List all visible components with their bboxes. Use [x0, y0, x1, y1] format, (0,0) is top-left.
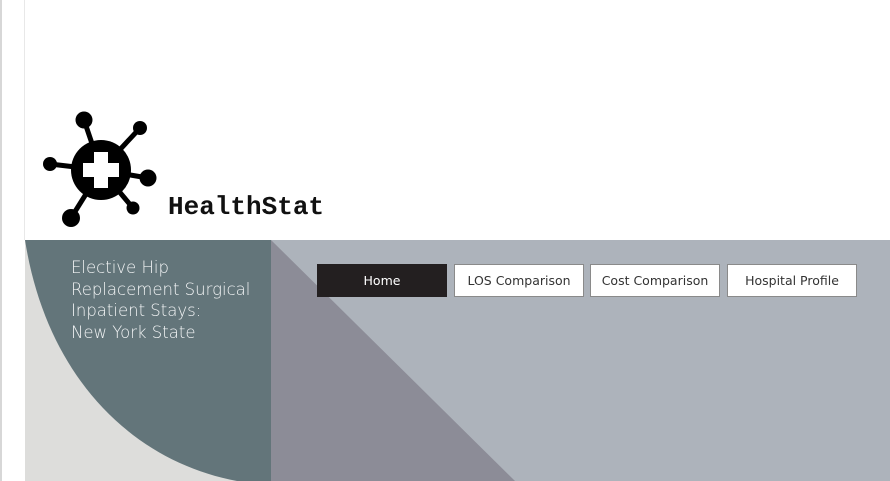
banner-title-line: Replacement Surgical	[71, 279, 251, 299]
banner-title: Elective Hip Replacement Surgical Inpati…	[71, 257, 271, 343]
brand-name: HealthStat	[168, 192, 325, 222]
nav-home-button[interactable]: Home	[317, 264, 447, 297]
banner-title-line: New York State	[71, 322, 196, 342]
banner-title-line: Inpatient Stays:	[71, 301, 202, 320]
banner-title-line: Elective Hip	[71, 258, 169, 277]
page: HealthStat Elective Hip Replacement Surg…	[0, 0, 890, 481]
medical-network-icon	[43, 111, 157, 227]
nav-los-comparison-button[interactable]: LOS Comparison	[454, 264, 584, 297]
hero-banner: Elective Hip Replacement Surgical Inpati…	[25, 240, 890, 481]
nav-hospital-profile-button[interactable]: Hospital Profile	[727, 264, 857, 297]
content-left-edge	[24, 0, 25, 240]
nav-cost-comparison-button[interactable]: Cost Comparison	[590, 264, 720, 297]
window-left-edge	[0, 0, 2, 481]
